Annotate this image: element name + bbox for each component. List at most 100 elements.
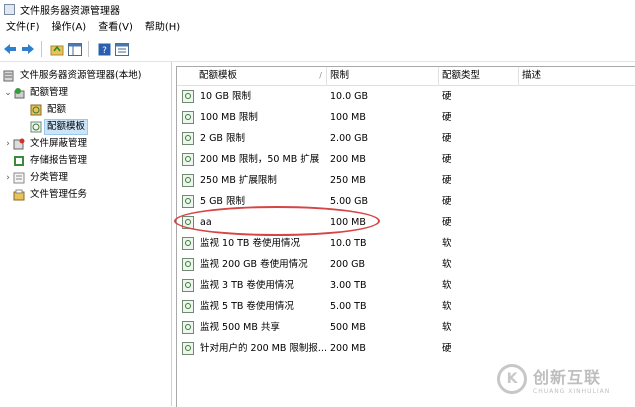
quota-icon <box>30 104 42 116</box>
report-icon <box>13 155 25 167</box>
menu-help[interactable]: 帮助(H) <box>139 19 186 37</box>
cell-quota-type: 硬 <box>442 154 452 165</box>
tree-label-root: 文件服务器资源管理器(本地) <box>20 69 142 81</box>
quota-template-icon <box>182 111 194 124</box>
table-row[interactable]: 2 GB 限制 2.00 GB 硬 <box>177 128 635 149</box>
column-header-template[interactable]: 配额模板 / <box>196 67 327 85</box>
cell-quota-type: 硬 <box>442 133 452 144</box>
cell-description <box>522 86 635 107</box>
show-tree-icon[interactable] <box>67 41 83 57</box>
cell-limit: 200 MB <box>330 343 366 354</box>
tree-item-quota-management[interactable]: ⌄ 配额管理 <box>3 84 70 101</box>
table-row[interactable]: 250 MB 扩展限制 250 MB 硬 <box>177 170 635 191</box>
svg-text:?: ? <box>102 46 107 56</box>
title-bar: 文件服务器资源管理器 <box>0 0 635 19</box>
quota-template-icon <box>182 132 194 145</box>
tree-item-root[interactable]: 文件服务器资源管理器(本地) <box>3 67 143 84</box>
cell-limit: 200 GB <box>330 259 366 270</box>
cell-template-name: 100 MB 限制 <box>200 112 258 123</box>
cell-template-name: 5 GB 限制 <box>200 196 245 207</box>
cell-quota-type: 软 <box>442 301 452 312</box>
table-row[interactable]: 监视 10 TB 卷使用情况 10.0 TB 软 <box>177 233 635 254</box>
watermark-logo: K 创新互联 CHUANG XINHULIAN <box>497 356 635 402</box>
cell-template-name: 10 GB 限制 <box>200 91 252 102</box>
cell-template-name: 监视 500 MB 共享 <box>200 322 280 333</box>
quota-template-icon <box>182 153 194 166</box>
cell-description <box>522 212 635 233</box>
list-header: 配额模板 / 限制 配额类型 描述 <box>177 67 635 86</box>
window-title: 文件服务器资源管理器 <box>20 6 120 17</box>
menu-action[interactable]: 操作(A) <box>46 19 93 37</box>
table-row[interactable]: 监视 3 TB 卷使用情况 3.00 TB 软 <box>177 275 635 296</box>
cell-template-name: aa <box>200 217 212 228</box>
forward-arrow-icon[interactable] <box>20 41 36 57</box>
tree-item-file-screening[interactable]: › 文件屏蔽管理 <box>3 135 89 152</box>
quota-template-icon <box>182 342 194 355</box>
quota-template-icon <box>182 321 194 334</box>
cell-limit: 100 MB <box>330 217 366 228</box>
cell-template-name: 2 GB 限制 <box>200 133 245 144</box>
table-row[interactable]: 5 GB 限制 5.00 GB 硬 <box>177 191 635 212</box>
classification-icon <box>13 172 25 184</box>
column-header-limit[interactable]: 限制 <box>327 67 439 85</box>
toolbar: ? <box>0 37 635 62</box>
cell-template-name: 监视 3 TB 卷使用情况 <box>200 280 294 291</box>
cell-quota-type: 软 <box>442 238 452 249</box>
cell-description <box>522 128 635 149</box>
table-row[interactable]: 200 MB 限制，50 MB 扩展 200 MB 硬 <box>177 149 635 170</box>
menu-view[interactable]: 查看(V) <box>92 19 139 37</box>
cell-quota-type: 软 <box>442 322 452 333</box>
tree-label-file-tasks: 文件管理任务 <box>30 188 88 200</box>
chevron-right-icon[interactable]: › <box>3 139 13 149</box>
table-row[interactable]: 监视 500 MB 共享 500 MB 软 <box>177 317 635 338</box>
table-row[interactable]: 监视 200 GB 卷使用情况 200 GB 软 <box>177 254 635 275</box>
cell-quota-type: 硬 <box>442 175 452 186</box>
cell-description <box>522 296 635 317</box>
up-folder-icon[interactable] <box>49 41 65 57</box>
quota-template-icon <box>182 90 194 103</box>
watermark-subtext: CHUANG XINHULIAN <box>533 387 611 395</box>
cell-limit: 500 MB <box>330 322 366 333</box>
table-row[interactable]: 100 MB 限制 100 MB 硬 <box>177 107 635 128</box>
column-header-type[interactable]: 配额类型 <box>439 67 519 85</box>
help-icon[interactable]: ? <box>96 41 112 57</box>
quota-management-icon <box>13 87 25 99</box>
quota-template-icon <box>182 258 194 271</box>
cell-template-name: 200 MB 限制，50 MB 扩展 <box>200 154 320 165</box>
chevron-right-icon[interactable]: › <box>3 173 13 183</box>
quota-template-icon <box>182 300 194 313</box>
cell-quota-type: 硬 <box>442 112 452 123</box>
column-header-description[interactable]: 描述 <box>519 67 635 85</box>
cell-quota-type: 软 <box>442 259 452 270</box>
tree-item-storage-reports[interactable]: 存储报告管理 <box>13 152 89 169</box>
back-arrow-icon[interactable] <box>2 41 18 57</box>
chevron-down-icon[interactable]: ⌄ <box>3 88 13 98</box>
cell-template-name: 监视 200 GB 卷使用情况 <box>200 259 308 270</box>
server-icon <box>3 70 15 82</box>
cell-quota-type: 硬 <box>442 196 452 207</box>
tree-item-quota-templates[interactable]: 配额模板 <box>30 118 89 135</box>
cell-limit: 5.00 TB <box>330 301 367 312</box>
table-row[interactable]: 监视 5 TB 卷使用情况 5.00 TB 软 <box>177 296 635 317</box>
quota-template-icon <box>182 174 194 187</box>
tree-item-file-tasks[interactable]: 文件管理任务 <box>13 186 89 203</box>
cell-description <box>522 233 635 254</box>
toolbar-separator <box>88 41 89 57</box>
cell-description <box>522 170 635 191</box>
table-row[interactable]: 10 GB 限制 10.0 GB 硬 <box>177 86 635 107</box>
cell-description <box>522 107 635 128</box>
cell-template-name: 针对用户的 200 MB 限制报... <box>200 343 327 354</box>
table-row[interactable]: aa 100 MB 硬 <box>177 212 635 233</box>
cell-quota-type: 软 <box>442 280 452 291</box>
brand-logo-icon: K <box>497 364 527 394</box>
cell-description <box>522 317 635 338</box>
menu-file[interactable]: 文件(F) <box>0 19 46 37</box>
cell-limit: 200 MB <box>330 154 366 165</box>
tree-item-classification[interactable]: › 分类管理 <box>3 169 70 186</box>
properties-icon[interactable] <box>114 41 130 57</box>
quota-template-icon <box>182 237 194 250</box>
tree-item-quotas[interactable]: 配额 <box>30 101 68 118</box>
cell-quota-type: 硬 <box>442 217 452 228</box>
cell-limit: 2.00 GB <box>330 133 369 144</box>
quota-template-icon <box>30 121 42 133</box>
